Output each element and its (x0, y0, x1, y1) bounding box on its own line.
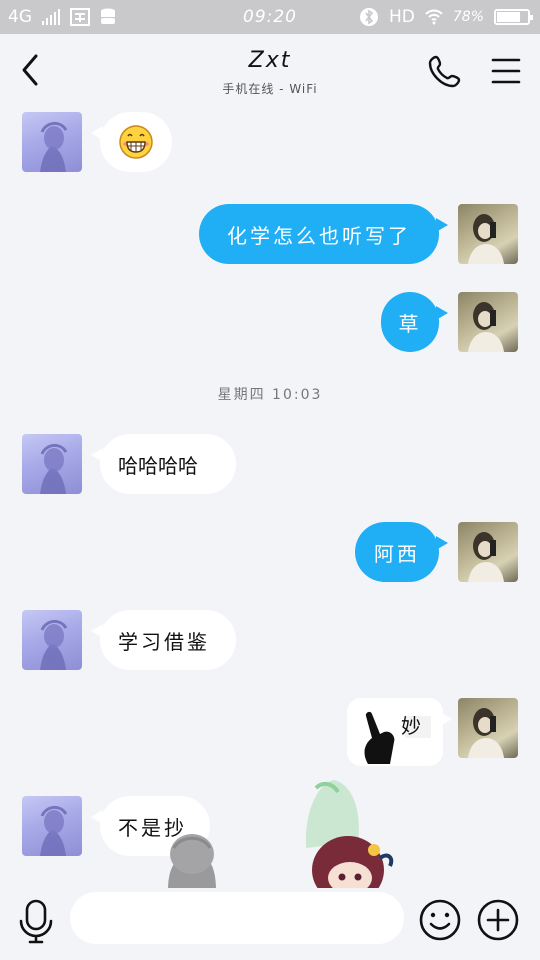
gray-character-decoration (168, 834, 216, 890)
phone-icon[interactable] (428, 54, 462, 88)
message-bubble-outgoing[interactable]: 草 (381, 292, 448, 352)
friend-avatar-image (40, 806, 68, 856)
bluetooth-icon (360, 8, 378, 26)
hd-badge: HD (389, 7, 415, 27)
grinning-emoji-icon (119, 125, 153, 159)
message-bubble-incoming[interactable]: 哈哈哈哈 (91, 434, 236, 494)
status-right: HD 78% (359, 7, 533, 27)
friend-avatar-image (40, 620, 68, 670)
status-bar: 4G 09:20 HD 78% (0, 0, 540, 34)
anime-girl-decoration (305, 780, 394, 890)
my-avatar[interactable] (458, 292, 518, 352)
battery-percent: 78% (452, 9, 484, 25)
my-avatar-image (468, 302, 504, 352)
message-input[interactable] (70, 892, 404, 944)
battery-icon (494, 9, 533, 25)
message-text: 学习借鉴 (118, 629, 210, 654)
my-avatar[interactable] (458, 522, 518, 582)
my-avatar-image (468, 532, 504, 582)
chat-timestamp: 星期四 10:03 (217, 387, 323, 403)
message-text: 化学怎么也听写了 (227, 223, 411, 248)
sticker-text: 妙 (401, 714, 421, 738)
friend-avatar[interactable] (22, 112, 82, 172)
chat-header: Zxt 手机在线 - WiFi (0, 34, 540, 106)
my-avatar-image (468, 214, 504, 264)
sticker-message[interactable]: 妙 (347, 698, 452, 766)
message-bubble-incoming[interactable] (91, 112, 172, 172)
message-text: 阿西 (374, 541, 420, 566)
friend-avatar-image (40, 122, 68, 172)
wifi-icon (425, 9, 443, 25)
input-bar (0, 888, 540, 960)
message-bubble-outgoing[interactable]: 阿西 (355, 522, 448, 582)
message-text: 草 (398, 311, 422, 336)
plus-icon[interactable] (476, 898, 520, 942)
message-bubble-incoming[interactable]: 学习借鉴 (91, 610, 236, 670)
my-avatar[interactable] (458, 204, 518, 264)
menu-icon[interactable] (490, 56, 522, 86)
friend-avatar[interactable] (22, 796, 82, 856)
message-text: 哈哈哈哈 (118, 453, 198, 478)
my-avatar-image (468, 708, 504, 758)
friend-avatar[interactable] (22, 434, 82, 494)
mic-icon[interactable] (18, 898, 54, 944)
pointing-hand-sticker-icon (364, 711, 431, 764)
my-avatar[interactable] (458, 698, 518, 758)
friend-avatar[interactable] (22, 610, 82, 670)
emoji-icon[interactable] (418, 898, 462, 942)
message-bubble-outgoing[interactable]: 化学怎么也听写了 (199, 204, 448, 264)
friend-avatar-image (40, 444, 68, 494)
